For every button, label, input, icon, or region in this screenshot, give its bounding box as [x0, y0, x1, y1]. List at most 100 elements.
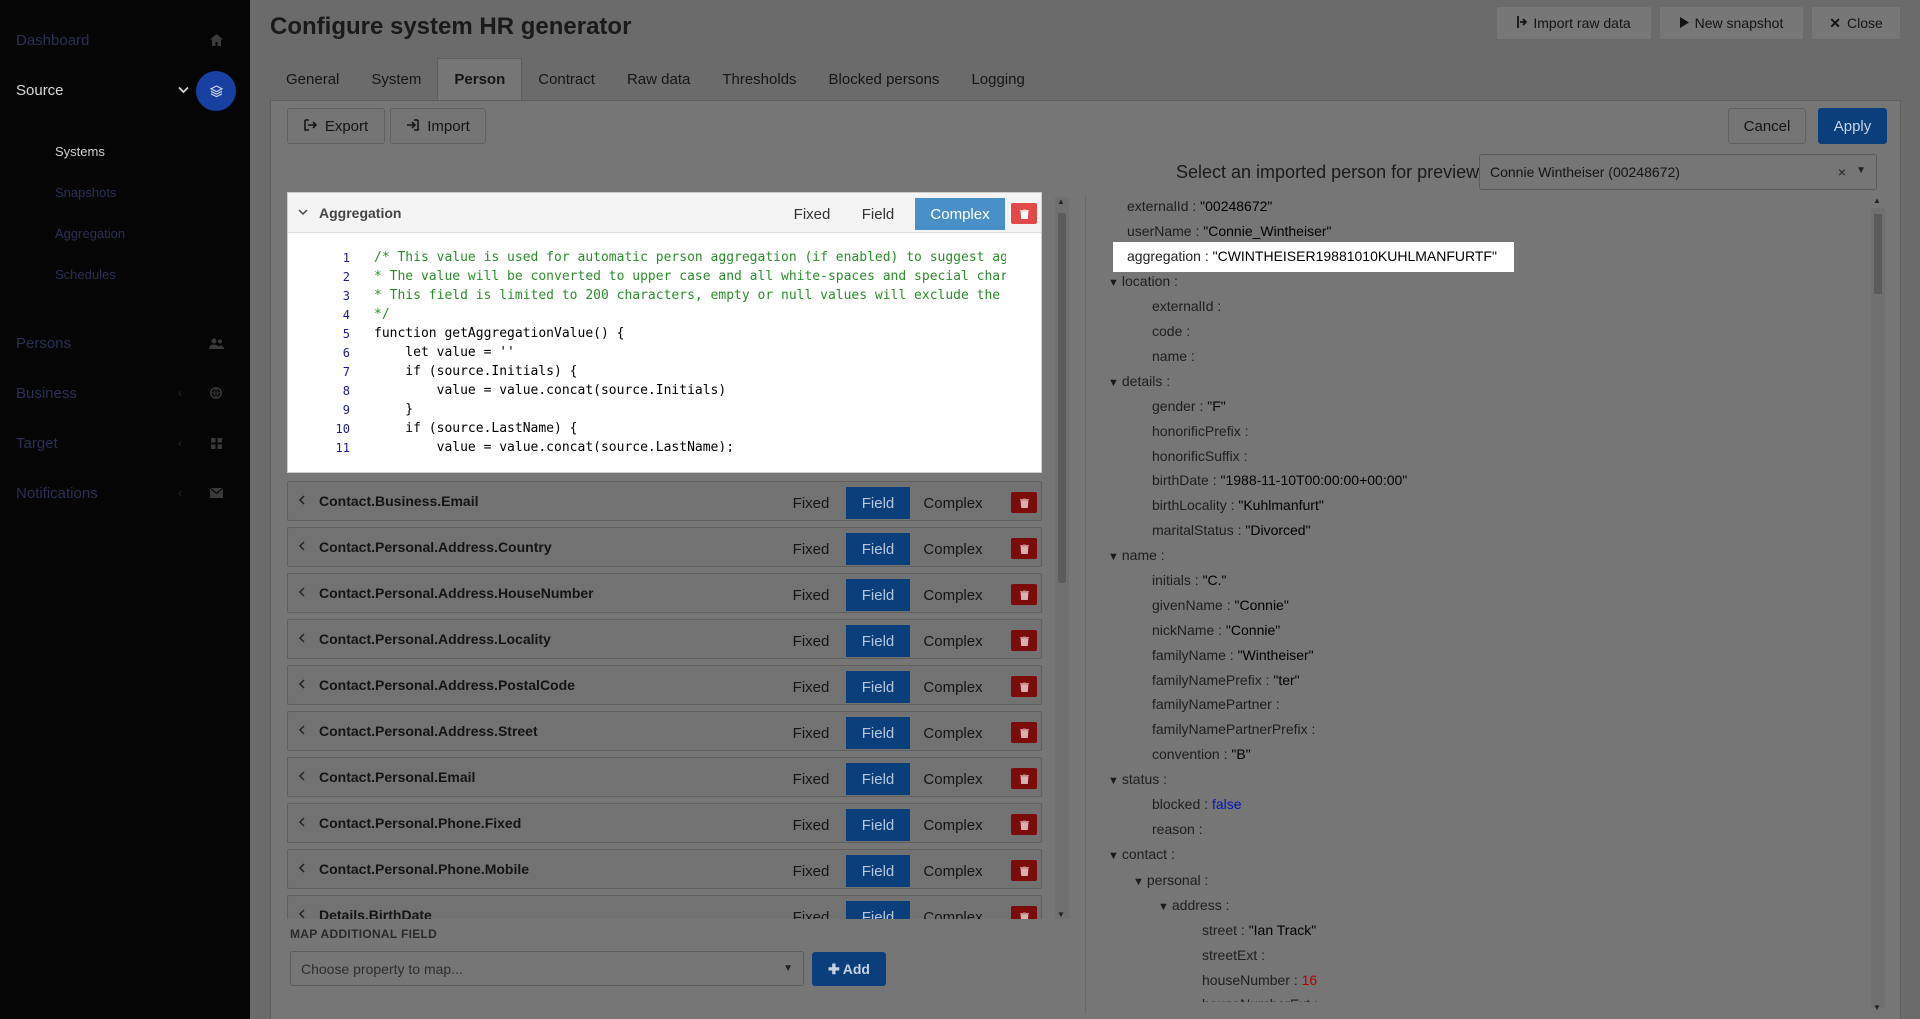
- aggregation-code-editor[interactable]: 1 2 3 4 5 6 7 8 9 10 11 /* This value is…: [288, 234, 1006, 452]
- export-button[interactable]: Export: [287, 108, 385, 144]
- mode-fixed-button[interactable]: Fixed: [780, 625, 842, 657]
- tree-group-node[interactable]: ▼ address :: [1158, 897, 1229, 913]
- tab-system[interactable]: System: [355, 58, 437, 100]
- trash-icon[interactable]: [1011, 203, 1037, 224]
- mapping-row[interactable]: Contact.Business.Email Fixed Field Complex: [287, 481, 1042, 521]
- mapping-row[interactable]: Contact.Personal.Phone.Fixed Fixed Field Co…: [287, 803, 1042, 843]
- mapping-row[interactable]: Contact.Personal.Phone.Mobile Fixed Field C…: [287, 849, 1042, 889]
- mode-fixed-button[interactable]: Fixed: [780, 809, 842, 841]
- mode-fixed-button[interactable]: Fixed: [781, 198, 843, 230]
- tree-group-node[interactable]: ▼ name :: [1108, 547, 1165, 563]
- mapping-list-scrollbar[interactable]: ▲ ▼: [1055, 197, 1069, 919]
- mode-complex-button[interactable]: Complex: [911, 487, 995, 519]
- mapping-row[interactable]: Contact.Personal.Address.HouseNumber Fixe…: [287, 573, 1042, 613]
- tree-group-node[interactable]: ▼ personal :: [1133, 872, 1208, 888]
- mode-complex-button[interactable]: Complex: [911, 625, 995, 657]
- sidebar-subitem-snapshots[interactable]: Snapshots: [55, 185, 116, 200]
- mode-fixed-button[interactable]: Fixed: [780, 901, 842, 920]
- scroll-down-icon[interactable]: ▼: [1057, 910, 1065, 919]
- mode-complex-button[interactable]: Complex: [911, 671, 995, 703]
- mapping-row[interactable]: Contact.Personal.Address.Country Fixed Fie…: [287, 527, 1042, 567]
- scroll-up-icon[interactable]: ▲: [1873, 196, 1881, 205]
- mode-field-button[interactable]: Field: [846, 198, 910, 230]
- new-snapshot-button[interactable]: New snapshot: [1659, 6, 1804, 40]
- sidebar-item-dashboard[interactable]: Dashboard: [0, 20, 250, 60]
- mode-field-button[interactable]: Field: [846, 809, 910, 841]
- trash-icon[interactable]: [1011, 492, 1037, 513]
- mode-fixed-button[interactable]: Fixed: [780, 487, 842, 519]
- chevron-down-icon[interactable]: [298, 205, 308, 219]
- mode-complex-button[interactable]: Complex: [911, 763, 995, 795]
- close-button[interactable]: ✕ Close: [1811, 6, 1901, 40]
- mapping-row[interactable]: Details.BirthDate Fixed Field Complex: [287, 895, 1042, 919]
- mode-fixed-button[interactable]: Fixed: [780, 763, 842, 795]
- sidebar-item-business[interactable]: Business ‹: [0, 373, 250, 413]
- scroll-up-icon[interactable]: ▲: [1057, 197, 1065, 206]
- sidebar-item-target[interactable]: Target ‹: [0, 423, 250, 463]
- triangle-down-icon[interactable]: ▼: [1108, 377, 1119, 389]
- mode-field-button[interactable]: Field: [846, 763, 910, 795]
- mapping-row[interactable]: Contact.Personal.Email Fixed Field Complex: [287, 757, 1042, 797]
- mode-complex-button[interactable]: Complex: [911, 809, 995, 841]
- trash-icon[interactable]: [1011, 722, 1037, 743]
- mode-field-button[interactable]: Field: [846, 671, 910, 703]
- chevron-left-icon[interactable]: [298, 632, 305, 646]
- tab-logging[interactable]: Logging: [955, 58, 1040, 100]
- tab-general[interactable]: General: [270, 58, 355, 100]
- triangle-down-icon[interactable]: ▼: [1133, 876, 1144, 888]
- mode-field-button[interactable]: Field: [846, 533, 910, 565]
- mode-complex-button[interactable]: Complex: [911, 901, 995, 920]
- scrollbar-thumb[interactable]: [1874, 214, 1882, 294]
- chevron-left-icon[interactable]: [298, 908, 305, 919]
- import-button[interactable]: Import: [390, 108, 486, 144]
- chevron-left-icon[interactable]: [298, 586, 305, 600]
- triangle-down-icon[interactable]: ▼: [1108, 551, 1119, 563]
- preview-tree-scrollbar[interactable]: ▲ ▼: [1871, 196, 1885, 1012]
- preview-person-select[interactable]: Connie Wintheiser (00248672) × ▼: [1479, 154, 1877, 190]
- chevron-left-icon[interactable]: [298, 540, 305, 554]
- add-mapping-button[interactable]: ✚ Add: [812, 952, 886, 986]
- trash-icon[interactable]: [1011, 860, 1037, 881]
- mode-complex-button[interactable]: Complex: [911, 855, 995, 887]
- import-raw-data-button[interactable]: Import raw data: [1496, 6, 1652, 40]
- mode-fixed-button[interactable]: Fixed: [780, 717, 842, 749]
- map-property-select[interactable]: Choose property to map... ▼: [290, 951, 804, 986]
- trash-icon[interactable]: [1011, 630, 1037, 651]
- sidebar-item-persons[interactable]: Persons: [0, 323, 250, 363]
- chevron-left-icon[interactable]: [298, 494, 305, 508]
- sidebar-item-notifications[interactable]: Notifications ‹: [0, 473, 250, 513]
- mode-field-button[interactable]: Field: [846, 487, 910, 519]
- mode-complex-button[interactable]: Complex: [915, 198, 1005, 230]
- mapping-row[interactable]: Contact.Personal.Address.Street Fixed Fiel…: [287, 711, 1042, 751]
- trash-icon[interactable]: [1011, 538, 1037, 559]
- tree-group-node[interactable]: ▼ details :: [1108, 373, 1170, 389]
- triangle-down-icon[interactable]: ▼: [1108, 775, 1119, 787]
- trash-icon[interactable]: [1011, 906, 1037, 919]
- mapping-row[interactable]: Contact.Personal.Address.Locality Fixed Fi…: [287, 619, 1042, 659]
- chevron-left-icon[interactable]: [298, 862, 305, 876]
- sidebar-subitem-aggregation[interactable]: Aggregation: [55, 226, 125, 241]
- mode-field-button[interactable]: Field: [846, 717, 910, 749]
- triangle-down-icon[interactable]: ▼: [1108, 277, 1119, 289]
- apply-button[interactable]: Apply: [1818, 108, 1887, 144]
- mode-fixed-button[interactable]: Fixed: [780, 671, 842, 703]
- trash-icon[interactable]: [1011, 814, 1037, 835]
- trash-icon[interactable]: [1011, 584, 1037, 605]
- mode-field-button[interactable]: Field: [846, 579, 910, 611]
- aggregation-mapping-header[interactable]: Aggregation Fixed Field Complex: [288, 193, 1041, 233]
- mode-fixed-button[interactable]: Fixed: [780, 579, 842, 611]
- trash-icon[interactable]: [1011, 768, 1037, 789]
- mode-field-button[interactable]: Field: [846, 901, 910, 919]
- layers-icon[interactable]: [196, 71, 236, 111]
- clear-icon[interactable]: ×: [1838, 164, 1846, 180]
- chevron-left-icon[interactable]: [298, 816, 305, 830]
- chevron-left-icon[interactable]: [298, 724, 305, 738]
- tab-raw-data[interactable]: Raw data: [611, 58, 706, 100]
- chevron-left-icon[interactable]: [298, 678, 305, 692]
- trash-icon[interactable]: [1011, 676, 1037, 697]
- scroll-down-icon[interactable]: ▼: [1873, 1003, 1881, 1012]
- mode-field-button[interactable]: Field: [846, 625, 910, 657]
- tree-group-node[interactable]: ▼ contact :: [1108, 846, 1175, 862]
- mode-field-button[interactable]: Field: [846, 855, 910, 887]
- sidebar-subitem-schedules[interactable]: Schedules: [55, 267, 116, 282]
